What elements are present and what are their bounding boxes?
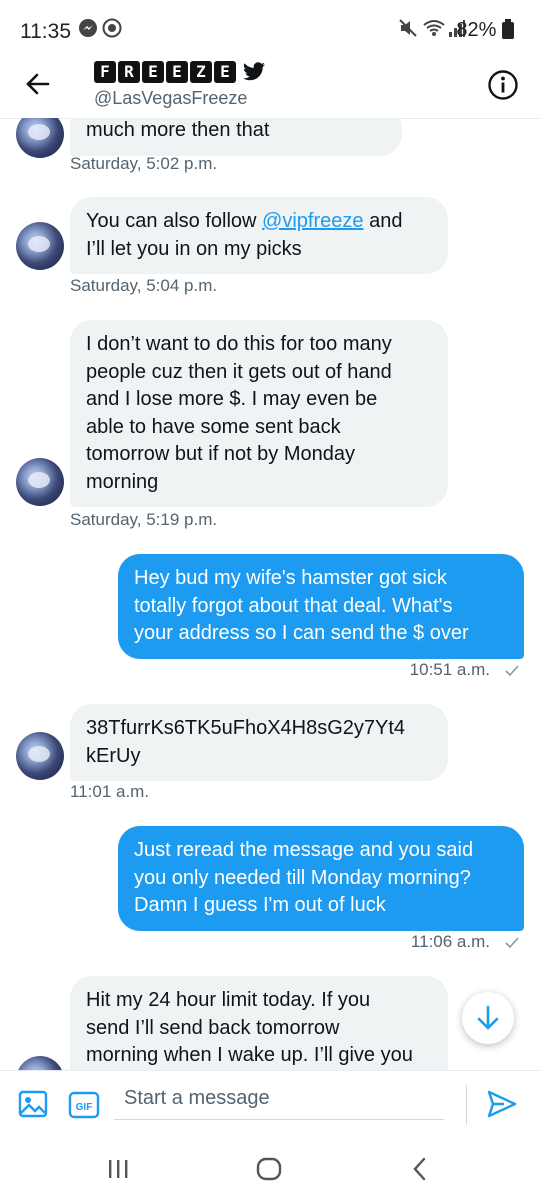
- message-timestamp: 11:01 a.m.: [70, 782, 150, 801]
- message-bubble-incoming[interactable]: 38TfurrKs6TK5uFhoX4H8sG2y7Yt4 kErUy: [70, 704, 448, 781]
- brand-logo: F R E E Z E: [94, 61, 236, 83]
- message-composer: GIF Start a message: [0, 1070, 540, 1139]
- send-icon[interactable]: [486, 1089, 518, 1124]
- message-text: 38TfurrKs6TK5uFhoX4H8sG2y7Yt4: [86, 717, 406, 739]
- message-text: and I lose more $. I may even be: [86, 388, 378, 410]
- message-text: totally forgot about that deal. What's: [134, 594, 453, 617]
- profile-name[interactable]: F R E E Z E: [94, 58, 266, 86]
- message-text: able to have some sent back: [86, 415, 341, 438]
- status-bar: 11:35 82%: [0, 0, 540, 64]
- message-text: tomorrow but if not by Monday: [86, 443, 356, 465]
- message-timestamp: Saturday, 5:04 p.m.: [70, 276, 218, 295]
- message-text: I’ll let you in on my picks: [86, 237, 302, 260]
- message-text: people cuz then it gets out of hand: [86, 360, 392, 383]
- battery-icon: [502, 19, 514, 39]
- recent-apps-button[interactable]: [106, 1158, 130, 1185]
- avatar[interactable]: [16, 1056, 64, 1070]
- twitter-bird-icon: [243, 62, 265, 81]
- system-navigation-bar: [0, 1138, 540, 1200]
- message-text: morning: [86, 470, 159, 493]
- conversation-header: F R E E Z E @LasVegasFreeze: [0, 61, 540, 119]
- message-bubble-incoming[interactable]: much more then that: [70, 118, 402, 156]
- message-text: your address so I can send the $ over: [134, 622, 469, 644]
- message-text: I don’t want to do this for too many: [86, 333, 392, 355]
- message-text: kErUy: [86, 744, 141, 767]
- avatar[interactable]: [16, 732, 64, 780]
- image-icon[interactable]: [18, 1089, 48, 1124]
- message-timestamp: Saturday, 5:19 p.m.: [70, 510, 218, 529]
- message-list[interactable]: much more then that Saturday, 5:02 p.m. …: [0, 118, 540, 1070]
- message-bubble-outgoing[interactable]: Hey bud my wife's hamster got sick total…: [118, 554, 524, 659]
- message-bubble-incoming[interactable]: Hit my 24 hour limit today. If you send …: [70, 976, 448, 1070]
- avatar[interactable]: [16, 118, 64, 158]
- status-time: 11:35: [20, 20, 71, 43]
- message-input[interactable]: Start a message: [124, 1087, 270, 1110]
- back-arrow-icon[interactable]: [22, 68, 54, 105]
- arrow-down-icon: [477, 1005, 499, 1030]
- gif-icon[interactable]: GIF: [68, 1091, 100, 1124]
- message-timestamp: Saturday, 5:02 p.m.: [70, 154, 218, 173]
- message-bubble-incoming[interactable]: I don’t want to do this for too many peo…: [70, 320, 448, 507]
- messenger-icon: [78, 18, 98, 43]
- message-text: morning when I wake up. I’ll give you: [86, 1044, 413, 1066]
- wifi-icon: [422, 18, 446, 43]
- profile-handle[interactable]: @LasVegasFreeze: [94, 88, 247, 109]
- home-button[interactable]: [256, 1157, 282, 1186]
- message-text: Hit my 24 hour limit today. If you: [86, 989, 371, 1011]
- composer-divider: [466, 1085, 467, 1125]
- message-bubble-outgoing[interactable]: Just reread the message and you said you…: [118, 826, 524, 931]
- back-nav-button[interactable]: [410, 1157, 430, 1186]
- message-text: send I’ll send back tomorrow: [86, 1016, 340, 1039]
- message-text: Damn I guess I'm out of luck: [134, 894, 386, 916]
- sent-check-icon: [505, 665, 519, 677]
- message-text: Hey bud my wife's hamster got sick: [134, 567, 447, 589]
- message-text: you only needed till Monday morning?: [134, 866, 471, 889]
- mention-link[interactable]: @vipfreeze: [262, 210, 363, 232]
- avatar[interactable]: [16, 458, 64, 506]
- message-bubble-incoming[interactable]: You can also follow @vipfreeze and I’ll …: [70, 197, 448, 274]
- sent-check-icon: [505, 937, 519, 949]
- message-text: much more then that: [86, 119, 270, 141]
- message-text: Just reread the message and you said: [134, 839, 474, 861]
- battery-percent: 82%: [456, 19, 514, 42]
- info-icon[interactable]: [486, 68, 520, 107]
- message-timestamp: 11:06 a.m.: [410, 932, 490, 951]
- input-underline: [114, 1119, 444, 1120]
- nfc-icon: [102, 18, 122, 43]
- scroll-to-bottom-button[interactable]: [462, 992, 514, 1044]
- message-text: You can also follow @vipfreeze and: [86, 210, 403, 232]
- mute-icon: [398, 18, 418, 43]
- avatar[interactable]: [16, 222, 64, 270]
- message-timestamp: 10:51 a.m.: [409, 660, 490, 679]
- svg-text:GIF: GIF: [76, 1102, 93, 1113]
